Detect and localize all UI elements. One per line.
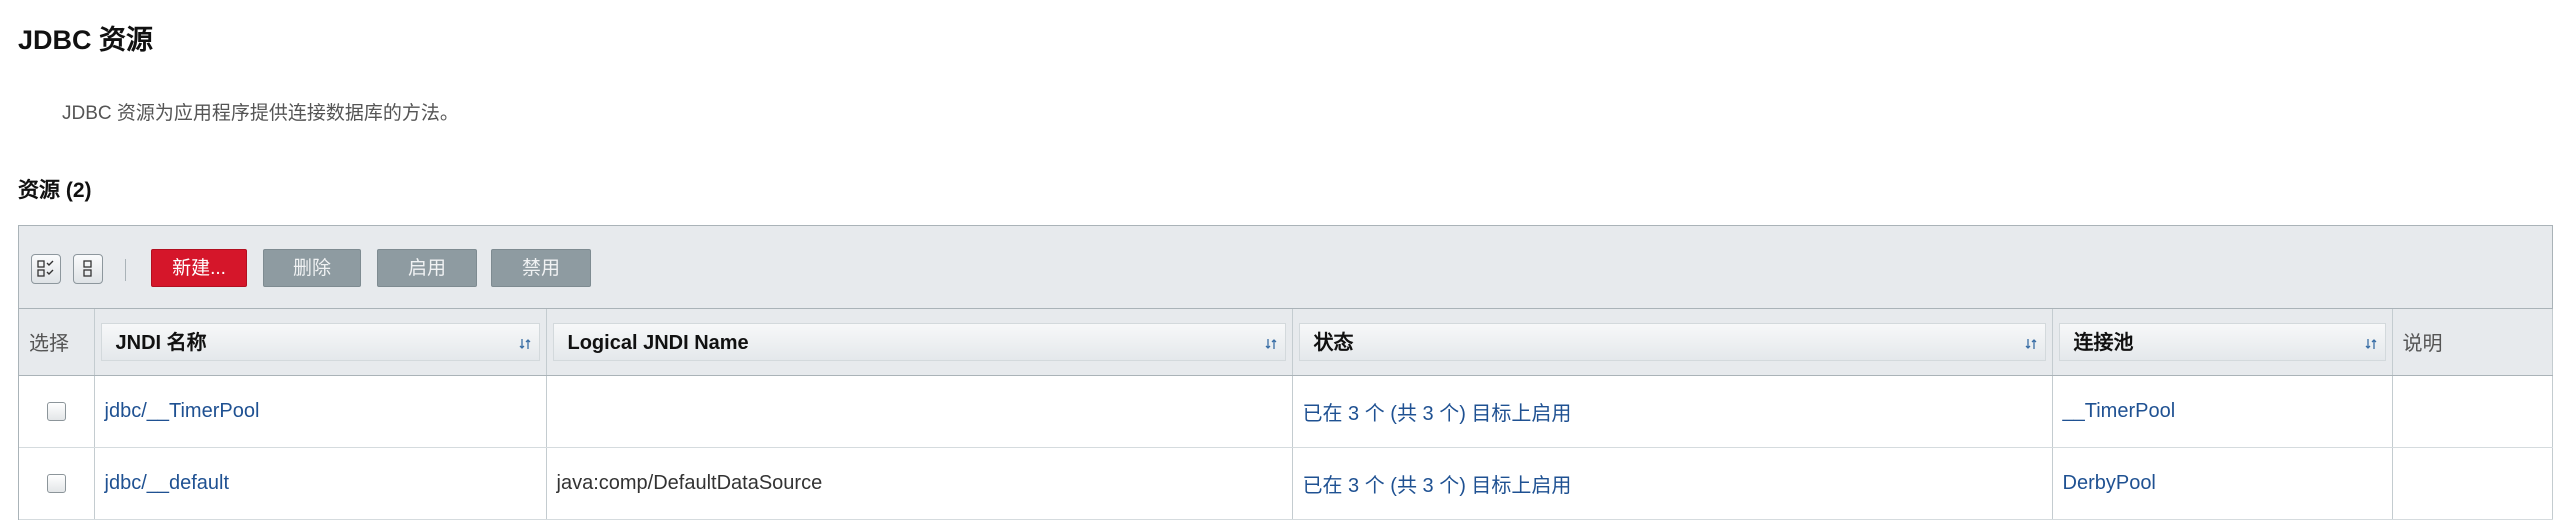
deselect-all-icon [83, 260, 92, 277]
jndi-name-cell: jdbc/__TimerPool [94, 375, 547, 448]
resources-table: 选择 JNDI 名称 Logical JNDI Name 状态 连接池 说明 j… [19, 309, 2553, 520]
column-header-jndi-name-label: JNDI 名称 [115, 331, 207, 354]
status-cell: 已在 3 个 (共 3 个) 目标上启用 [1292, 375, 2053, 448]
status-link[interactable]: 已在 3 个 (共 3 个) 目标上启用 [1303, 403, 1572, 425]
table-row: jdbc/__default java:comp/DefaultDataSour… [19, 447, 2553, 520]
status-cell: 已在 3 个 (共 3 个) 目标上启用 [1292, 447, 2053, 520]
section-title: 资源 (2) [18, 179, 92, 202]
column-header-pool-label: 连接池 [2073, 331, 2134, 354]
select-all-button[interactable] [31, 254, 61, 284]
pool-link[interactable]: DerbyPool [2063, 472, 2156, 494]
description-cell [2392, 375, 2553, 448]
column-header-description: 说明 [2392, 309, 2553, 376]
table-header-row: 选择 JNDI 名称 Logical JNDI Name 状态 连接池 说明 [19, 309, 2553, 376]
sort-icon[interactable] [2363, 336, 2379, 352]
jndi-name-link[interactable]: jdbc/__TimerPool [105, 400, 260, 422]
page-title: JDBC 资源 [18, 25, 154, 55]
column-header-status-label: 状态 [1313, 331, 1354, 354]
status-link[interactable]: 已在 3 个 (共 3 个) 目标上启用 [1303, 475, 1572, 497]
sort-icon[interactable] [1263, 336, 1279, 352]
page-description: JDBC 资源为应用程序提供连接数据库的方法。 [62, 103, 459, 124]
logical-jndi-name-cell [546, 375, 1293, 448]
pool-cell: __TimerPool [2052, 375, 2393, 448]
column-header-jndi-name[interactable]: JNDI 名称 [94, 309, 547, 376]
column-header-logical-jndi-name[interactable]: Logical JNDI Name [546, 309, 1293, 376]
sort-icon[interactable] [517, 336, 533, 352]
resources-table-container: 新建... 删除 启用 禁用 选择 JNDI 名称 Logical JNDI N… [18, 225, 2553, 520]
table-row: jdbc/__TimerPool 已在 3 个 (共 3 个) 目标上启用 __… [19, 375, 2553, 448]
table-toolbar: 新建... 删除 启用 禁用 [19, 226, 2552, 309]
delete-button[interactable]: 删除 [263, 249, 361, 287]
column-header-logical-jndi-name-label: Logical JNDI Name [567, 331, 749, 354]
logical-jndi-name-cell: java:comp/DefaultDataSource [546, 447, 1293, 520]
row-select-cell [19, 375, 95, 448]
disable-button[interactable]: 禁用 [491, 249, 591, 287]
column-header-select: 选择 [19, 309, 95, 376]
pool-link[interactable]: __TimerPool [2063, 400, 2176, 422]
row-checkbox[interactable] [46, 473, 66, 493]
column-header-status[interactable]: 状态 [1292, 309, 2053, 376]
toolbar-divider [125, 259, 126, 281]
pool-cell: DerbyPool [2052, 447, 2393, 520]
deselect-all-button[interactable] [73, 254, 103, 284]
sort-icon[interactable] [2023, 336, 2039, 352]
row-select-cell [19, 447, 95, 520]
column-header-pool[interactable]: 连接池 [2052, 309, 2393, 376]
jndi-name-link[interactable]: jdbc/__default [105, 472, 230, 494]
select-all-icon [37, 260, 54, 277]
new-button[interactable]: 新建... [151, 249, 247, 287]
enable-button[interactable]: 启用 [377, 249, 477, 287]
description-cell [2392, 447, 2553, 520]
row-checkbox[interactable] [46, 401, 66, 421]
jndi-name-cell: jdbc/__default [94, 447, 547, 520]
